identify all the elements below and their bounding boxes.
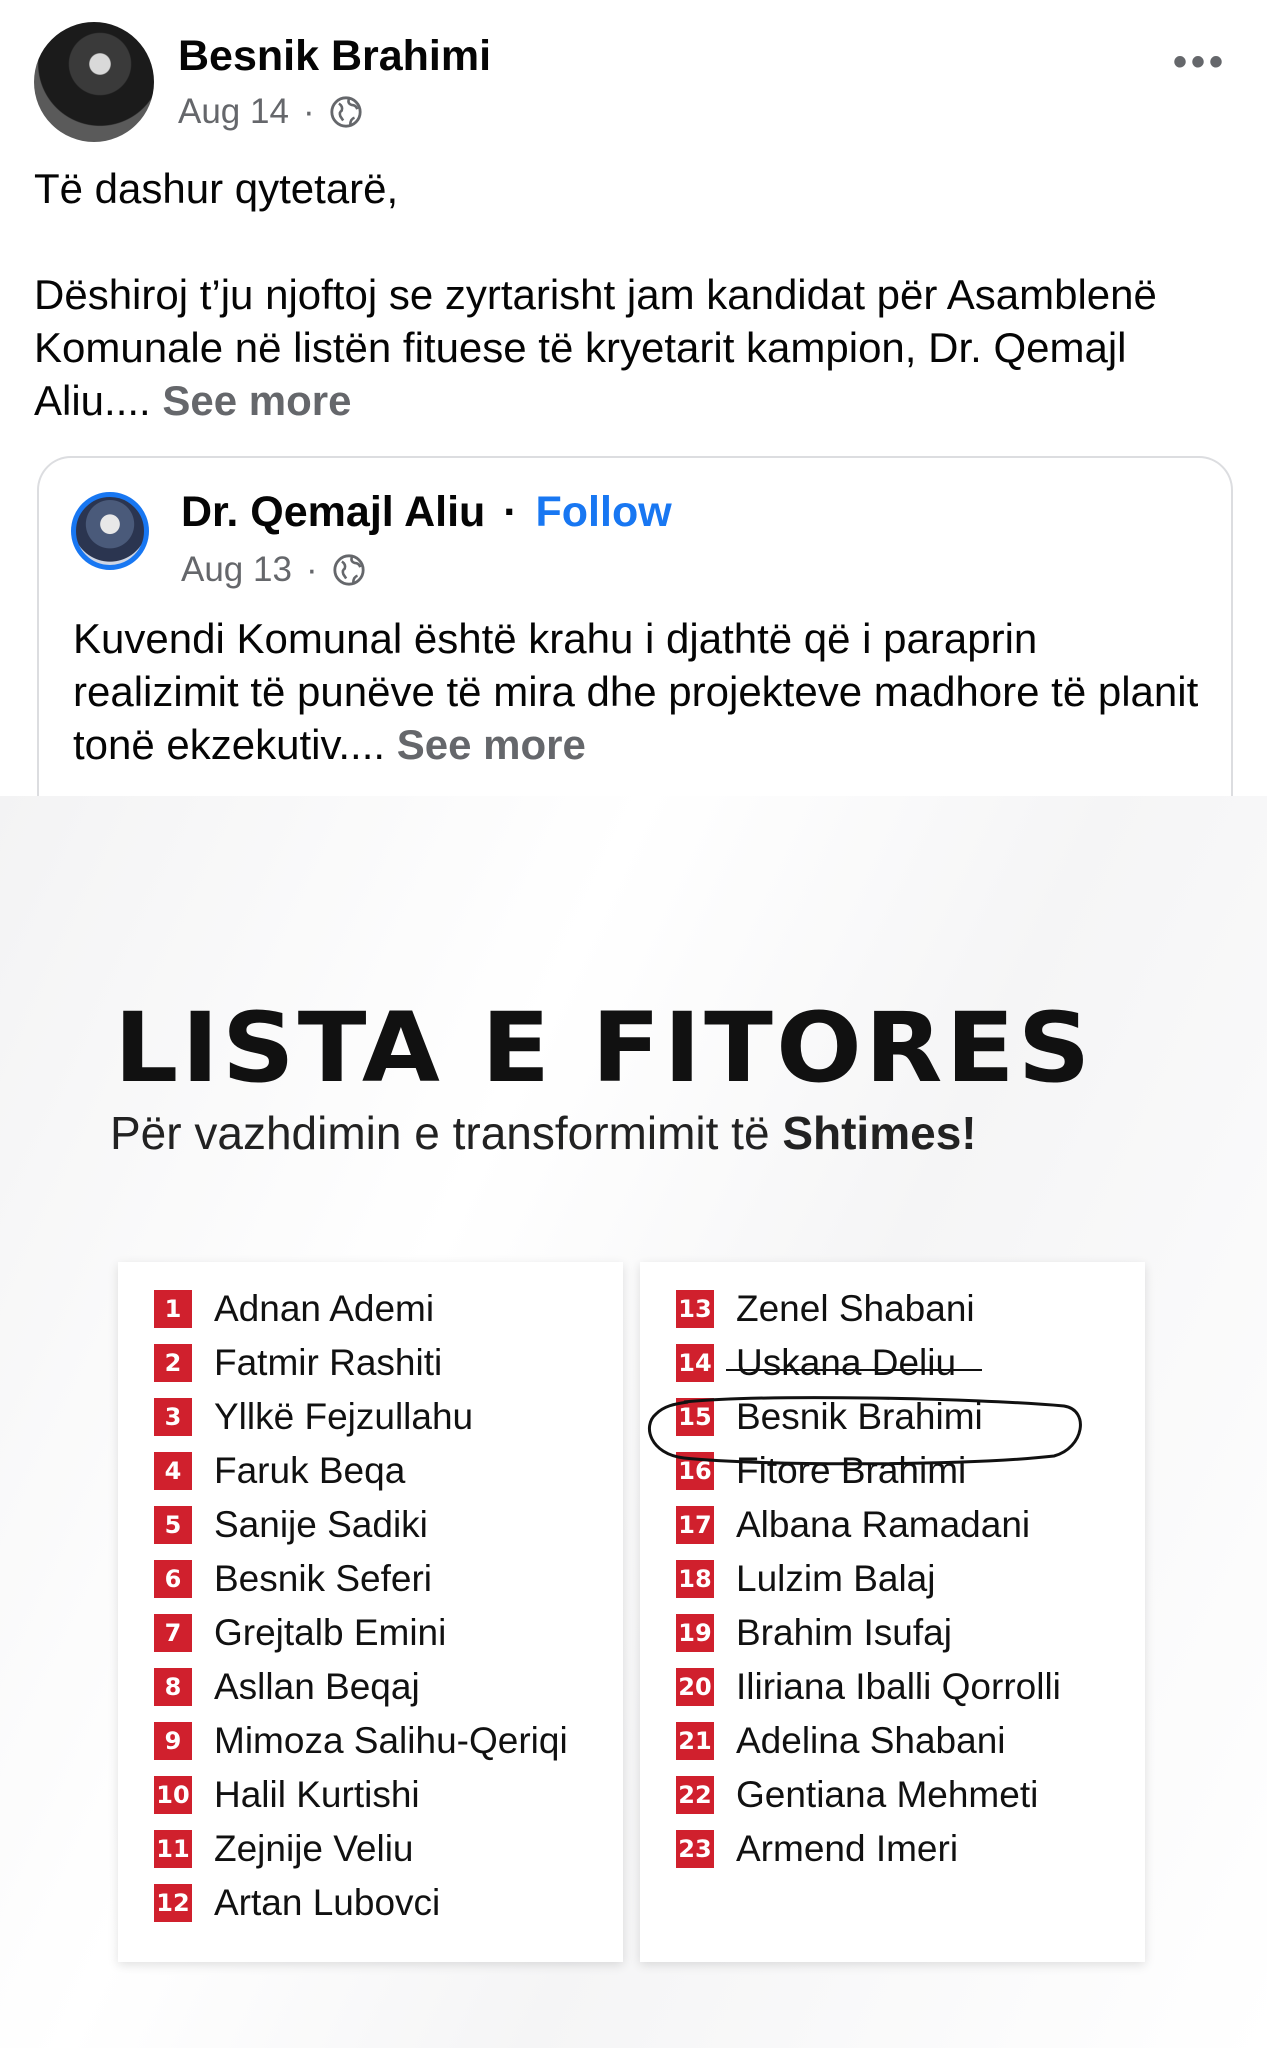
post-greeting: Të dashur qytetarë,	[34, 165, 399, 212]
candidate-row: 1 Adnan Ademi	[154, 1282, 434, 1336]
candidate-number-badge: 8	[154, 1668, 192, 1706]
candidate-name: Besnik Seferi	[214, 1558, 432, 1599]
candidate-number-badge: 23	[676, 1830, 714, 1868]
shared-post-card[interactable]: Dr. Qemajl Aliu · Follow Aug 13 · Kuvend…	[37, 456, 1233, 798]
candidate-row: 8 Asllan Beqaj	[154, 1660, 420, 1714]
candidate-name: Uskana Deliu	[736, 1342, 957, 1383]
candidate-row: 19 Brahim Isufaj	[676, 1606, 952, 1660]
candidate-name: Armend Imeri	[736, 1828, 959, 1869]
hand-drawn-circle-annotation	[647, 1396, 1082, 1466]
candidate-number-badge: 2	[154, 1344, 192, 1382]
candidate-row: 20 Iliriana Iballi Qorrolli	[676, 1660, 1061, 1714]
graphic-subtitle-text: Për vazhdimin e transformimit të	[110, 1107, 783, 1159]
shared-post-body: Kuvendi Komunal është krahu i djathtë që…	[73, 615, 1199, 768]
candidate-row: 21 Adelina Shabani	[676, 1714, 1006, 1768]
candidate-name: Adnan Ademi	[214, 1288, 435, 1329]
candidate-name: Gentiana Mehmeti	[736, 1774, 1039, 1815]
post-date[interactable]: Aug 14	[178, 92, 289, 132]
candidate-name: Yllkë Fejzullahu	[214, 1396, 474, 1437]
candidate-number-badge: 18	[676, 1560, 714, 1598]
graphic-title: LISTA E FITORES	[114, 992, 1094, 1104]
candidate-row: 7 Grejtalb Emini	[154, 1606, 446, 1660]
shared-post-text: Kuvendi Komunal është krahu i djathtë që…	[73, 612, 1213, 771]
candidate-row: 9 Mimoza Salihu-Qeriqi	[154, 1714, 568, 1768]
candidate-row: 10 Halil Kurtishi	[154, 1768, 420, 1822]
candidate-row: 4 Faruk Beqa	[154, 1444, 405, 1498]
candidate-number-badge: 1	[154, 1290, 192, 1328]
candidate-number-badge: 20	[676, 1668, 714, 1706]
candidate-row: 17 Albana Ramadani	[676, 1498, 1030, 1552]
candidate-number-badge: 4	[154, 1452, 192, 1490]
candidate-number-badge: 11	[154, 1830, 192, 1868]
candidate-row: 11 Zejnije Veliu	[154, 1822, 414, 1876]
candidate-row: 13 Zenel Shabani	[676, 1282, 975, 1336]
candidate-number-badge: 9	[154, 1722, 192, 1760]
candidate-list-left: 1 Adnan Ademi 2 Fatmir Rashiti 3 Yllkë Fejzul…	[118, 1262, 623, 1962]
candidate-row: 6 Besnik Seferi	[154, 1552, 432, 1606]
candidate-name: Sanije Sadiki	[214, 1504, 428, 1545]
candidate-row: 5 Sanije Sadiki	[154, 1498, 428, 1552]
follow-button[interactable]: Follow	[536, 488, 672, 536]
candidate-row: 23 Armend Imeri	[676, 1822, 958, 1876]
graphic-subtitle: Për vazhdimin e transformimit të Shtimes…	[110, 1106, 977, 1160]
candidate-number-badge: 13	[676, 1290, 714, 1328]
candidate-name: Adelina Shabani	[736, 1720, 1006, 1761]
candidate-row: 2 Fatmir Rashiti	[154, 1336, 442, 1390]
candidate-name: Grejtalb Emini	[214, 1612, 447, 1653]
shared-author-line: Dr. Qemajl Aliu · Follow	[181, 488, 672, 537]
shared-post-date[interactable]: Aug 13	[181, 550, 292, 590]
candidate-row: 3 Yllkë Fejzullahu	[154, 1390, 473, 1444]
candidate-number-badge: 22	[676, 1776, 714, 1814]
candidate-name: Mimoza Salihu-Qeriqi	[214, 1720, 568, 1761]
candidate-number-badge: 3	[154, 1398, 192, 1436]
shared-meta-separator: ·	[305, 550, 318, 589]
meta-separator: ·	[302, 92, 315, 131]
candidate-number-badge: 21	[676, 1722, 714, 1760]
candidate-number-badge: 17	[676, 1506, 714, 1544]
globe-icon	[333, 554, 365, 586]
shared-post-meta: Aug 13 ·	[181, 550, 366, 590]
see-more-link[interactable]: See more	[162, 377, 351, 424]
shared-author-name[interactable]: Dr. Qemajl Aliu	[181, 488, 485, 536]
candidate-name: Albana Ramadani	[736, 1504, 1031, 1545]
post-text: Të dashur qytetarë, Dëshiroj t’ju njofto…	[34, 162, 1244, 427]
shared-see-more-link[interactable]: See more	[397, 721, 586, 768]
candidate-number-badge: 7	[154, 1614, 192, 1652]
candidate-name: Fatmir Rashiti	[214, 1342, 443, 1383]
globe-icon	[330, 96, 362, 128]
candidate-number-badge: 12	[154, 1884, 192, 1922]
candidate-name: Iliriana Iballi Qorrolli	[736, 1666, 1061, 1707]
more-options-icon[interactable]: •••	[1173, 40, 1227, 85]
underline-mark	[726, 1369, 982, 1371]
candidate-number-badge: 6	[154, 1560, 192, 1598]
candidate-name: Lulzim Balaj	[736, 1558, 936, 1599]
candidate-number-badge: 10	[154, 1776, 192, 1814]
candidate-row: 18 Lulzim Balaj	[676, 1552, 935, 1606]
post-author-name[interactable]: Besnik Brahimi	[178, 32, 491, 81]
candidate-list-right: 13 Zenel Shabani 14 Uskana Deliu 15 Besnik Br…	[640, 1262, 1145, 1962]
candidate-number-badge: 19	[676, 1614, 714, 1652]
shared-author-avatar[interactable]	[71, 492, 149, 570]
candidate-row: 22 Gentiana Mehmeti	[676, 1768, 1038, 1822]
candidate-number-badge: 5	[154, 1506, 192, 1544]
candidate-name: Asllan Beqaj	[214, 1666, 420, 1707]
author-follow-separator: ·	[503, 488, 518, 536]
candidate-name: Zejnije Veliu	[214, 1828, 414, 1869]
candidate-name: Zenel Shabani	[736, 1288, 975, 1329]
author-avatar[interactable]	[34, 22, 154, 142]
post-meta: Aug 14 ·	[178, 92, 363, 132]
candidate-name: Brahim Isufaj	[736, 1612, 952, 1653]
candidate-name: Faruk Beqa	[214, 1450, 406, 1491]
candidate-row: 12 Artan Lubovci	[154, 1876, 440, 1930]
candidate-name: Artan Lubovci	[214, 1882, 441, 1923]
candidate-name: Halil Kurtishi	[214, 1774, 420, 1815]
post-body: Dëshiroj t’ju njoftoj se zyrtarisht jam …	[34, 268, 1244, 427]
candidate-number-badge: 14	[676, 1344, 714, 1382]
candidate-row: 14 Uskana Deliu	[676, 1336, 956, 1390]
graphic-subtitle-bold: Shtimes!	[782, 1107, 977, 1159]
